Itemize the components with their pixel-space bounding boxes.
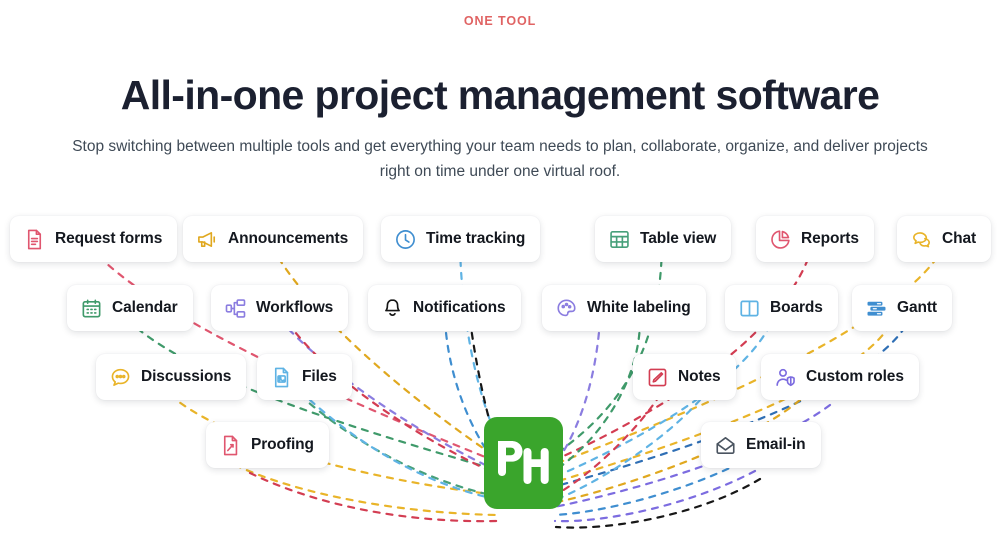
- feature-chip-notes[interactable]: Notes: [633, 354, 736, 400]
- feature-label: Time tracking: [426, 230, 526, 248]
- feature-chip-time-tracking[interactable]: Time tracking: [381, 216, 541, 262]
- feature-label: Request forms: [55, 230, 163, 248]
- feature-label: Reports: [801, 230, 859, 248]
- page-title: All-in-one project management software: [120, 72, 880, 119]
- feature-chip-calendar[interactable]: Calendar: [67, 285, 193, 331]
- feature-chip-request-forms[interactable]: Request forms: [10, 216, 178, 262]
- feature-label: Boards: [770, 299, 823, 317]
- file-image-icon: [270, 366, 293, 389]
- feature-label: Proofing: [251, 436, 314, 454]
- bell-icon: [381, 297, 404, 320]
- feature-label: Discussions: [141, 368, 232, 386]
- feature-chip-notifications[interactable]: Notifications: [368, 285, 521, 331]
- feature-chip-gantt[interactable]: Gantt: [852, 285, 952, 331]
- feature-chip-chat[interactable]: Chat: [897, 216, 992, 262]
- feature-label: Table view: [640, 230, 717, 248]
- feature-label: Workflows: [256, 299, 334, 317]
- ph-logo-mark: [497, 441, 549, 484]
- feature-label: Files: [302, 368, 337, 386]
- chat-dots-icon: [109, 366, 132, 389]
- speech-bubbles-icon: [910, 228, 933, 251]
- feature-chip-email-in[interactable]: Email-in: [701, 422, 821, 468]
- hero-section: ONE TOOL All-in-one project management s…: [0, 0, 1000, 555]
- feature-radial-diagram: Request forms Announcements Time trackin…: [0, 195, 1000, 555]
- feature-chip-discussions[interactable]: Discussions: [96, 354, 247, 400]
- feature-chip-proofing[interactable]: Proofing: [206, 422, 329, 468]
- ph-logo[interactable]: [484, 417, 563, 509]
- feature-chip-boards[interactable]: Boards: [725, 285, 838, 331]
- calendar-icon: [80, 297, 103, 320]
- board-columns-icon: [738, 297, 761, 320]
- pie-chart-icon: [769, 228, 792, 251]
- feature-label: Custom roles: [806, 368, 904, 386]
- eyebrow-label: ONE TOOL: [463, 14, 537, 28]
- page-subtitle: Stop switching between multiple tools an…: [72, 137, 928, 180]
- feature-chip-custom-roles[interactable]: Custom roles: [761, 354, 919, 400]
- feature-label: Notifications: [413, 299, 506, 317]
- clock-icon: [394, 228, 417, 251]
- feature-label: Notes: [678, 368, 721, 386]
- table-grid-icon: [608, 228, 631, 251]
- feature-chip-table-view[interactable]: Table view: [595, 216, 732, 262]
- feature-chip-white-labeling[interactable]: White labeling: [542, 285, 706, 331]
- feature-label: Email-in: [746, 436, 806, 454]
- gantt-bars-icon: [865, 297, 888, 320]
- feature-label: White labeling: [587, 299, 691, 317]
- megaphone-icon: [196, 228, 219, 251]
- feature-chip-files[interactable]: Files: [257, 354, 352, 400]
- feature-chip-workflows[interactable]: Workflows: [211, 285, 349, 331]
- feature-chip-reports[interactable]: Reports: [756, 216, 874, 262]
- palette-icon: [555, 297, 578, 320]
- user-shield-icon: [774, 366, 797, 389]
- workflow-tree-icon: [224, 297, 247, 320]
- proof-page-icon: [219, 434, 242, 457]
- feature-label: Calendar: [112, 299, 178, 317]
- feature-chip-announcements[interactable]: Announcements: [183, 216, 364, 262]
- feature-label: Gantt: [897, 299, 937, 317]
- envelope-open-icon: [714, 434, 737, 457]
- document-lines-icon: [23, 228, 46, 251]
- feature-label: Chat: [942, 230, 977, 248]
- note-pencil-icon: [646, 366, 669, 389]
- feature-label: Announcements: [228, 230, 349, 248]
